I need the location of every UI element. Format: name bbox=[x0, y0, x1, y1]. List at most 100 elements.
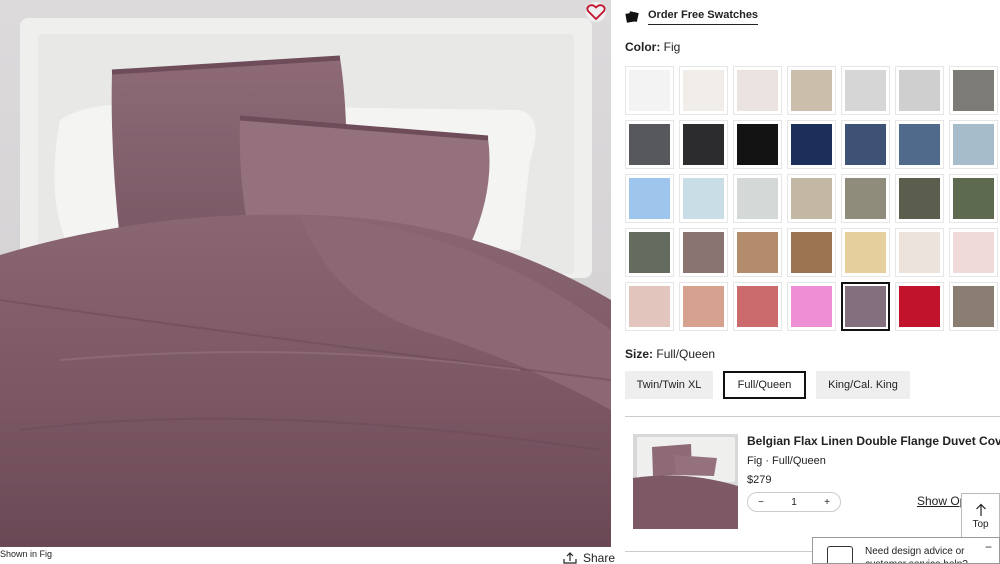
color-swatch-chip bbox=[845, 178, 886, 219]
color-swatch-chip bbox=[791, 232, 832, 273]
product-name: Belgian Flax Linen Double Flange Duvet C… bbox=[747, 434, 1000, 448]
color-swatch-chip bbox=[953, 70, 994, 111]
color-swatch-chip bbox=[629, 286, 670, 327]
quantity-value[interactable]: 1 bbox=[791, 497, 797, 508]
color-swatch[interactable] bbox=[949, 228, 998, 277]
color-swatch-chip bbox=[683, 70, 724, 111]
color-swatch[interactable] bbox=[625, 120, 674, 169]
quantity-decrease-button[interactable]: − bbox=[758, 497, 764, 508]
color-swatch[interactable] bbox=[679, 66, 728, 115]
color-swatch-chip bbox=[683, 124, 724, 165]
color-swatch[interactable] bbox=[733, 282, 782, 331]
image-caption: Shown in Fig bbox=[0, 549, 53, 559]
color-swatch[interactable] bbox=[733, 228, 782, 277]
favorite-heart-icon[interactable] bbox=[585, 2, 607, 22]
color-swatch[interactable] bbox=[625, 174, 674, 223]
color-swatch[interactable] bbox=[679, 228, 728, 277]
order-free-swatches-label: Order Free Swatches bbox=[648, 9, 759, 25]
color-swatch-chip bbox=[737, 70, 778, 111]
color-swatch-chip bbox=[737, 124, 778, 165]
color-swatch[interactable] bbox=[787, 66, 836, 115]
color-swatch-chip bbox=[845, 286, 886, 327]
color-swatch[interactable] bbox=[625, 228, 674, 277]
color-swatch-chip bbox=[683, 232, 724, 273]
product-variant: Fig · Full/Queen bbox=[747, 455, 826, 467]
color-swatch-chip bbox=[791, 178, 832, 219]
color-swatch-grid bbox=[625, 66, 1000, 331]
share-label: Share bbox=[583, 551, 616, 564]
color-swatch-chip bbox=[683, 178, 724, 219]
color-swatch[interactable] bbox=[733, 174, 782, 223]
color-label-row: Color: Fig bbox=[625, 40, 680, 54]
color-swatch[interactable] bbox=[679, 120, 728, 169]
color-swatch[interactable] bbox=[895, 174, 944, 223]
color-swatch[interactable] bbox=[679, 282, 728, 331]
size-option-king[interactable]: King/Cal. King bbox=[816, 371, 910, 399]
color-swatch-chip bbox=[629, 232, 670, 273]
share-button[interactable]: Share bbox=[563, 551, 615, 564]
color-swatch-chip bbox=[899, 178, 940, 219]
color-swatch-chip bbox=[845, 232, 886, 273]
color-swatch[interactable] bbox=[787, 174, 836, 223]
color-swatch[interactable] bbox=[787, 228, 836, 277]
color-swatch-chip bbox=[899, 70, 940, 111]
color-swatch[interactable] bbox=[787, 282, 836, 331]
color-swatch-chip bbox=[899, 232, 940, 273]
color-swatch[interactable] bbox=[841, 120, 890, 169]
color-swatch[interactable] bbox=[733, 66, 782, 115]
color-swatch[interactable] bbox=[679, 174, 728, 223]
color-swatch[interactable] bbox=[841, 282, 890, 331]
back-to-top-button[interactable]: Top bbox=[961, 493, 1000, 539]
color-swatch-chip bbox=[953, 286, 994, 327]
color-swatch[interactable] bbox=[787, 120, 836, 169]
quantity-stepper: − 1 + bbox=[747, 492, 841, 512]
size-label: Size: bbox=[625, 347, 654, 361]
product-thumbnail bbox=[633, 434, 738, 529]
color-swatch[interactable] bbox=[949, 282, 998, 331]
color-swatch[interactable] bbox=[841, 66, 890, 115]
color-swatch[interactable] bbox=[841, 228, 890, 277]
size-label-row: Size: Full/Queen bbox=[625, 347, 715, 361]
help-chat-text: Need design advice or customer service h… bbox=[865, 546, 968, 563]
color-swatch-chip bbox=[737, 178, 778, 219]
color-swatch-chip bbox=[629, 178, 670, 219]
show-options-link[interactable]: Show Op bbox=[917, 494, 966, 508]
color-swatch[interactable] bbox=[895, 282, 944, 331]
selected-size-value: Full/Queen bbox=[656, 347, 716, 361]
color-swatch-chip bbox=[791, 124, 832, 165]
color-swatch-chip bbox=[791, 286, 832, 327]
order-free-swatches-link[interactable]: Order Free Swatches bbox=[625, 9, 759, 25]
color-swatch[interactable] bbox=[625, 66, 674, 115]
color-swatch-chip bbox=[791, 70, 832, 111]
color-swatch-chip bbox=[899, 286, 940, 327]
color-label: Color: bbox=[625, 40, 661, 54]
color-swatch[interactable] bbox=[733, 120, 782, 169]
color-swatch[interactable] bbox=[625, 282, 674, 331]
size-option-full-queen[interactable]: Full/Queen bbox=[723, 371, 806, 399]
size-option-twin[interactable]: Twin/Twin XL bbox=[625, 371, 713, 399]
selected-color-value: Fig bbox=[663, 40, 681, 54]
back-to-top-label: Top bbox=[972, 518, 989, 530]
arrow-up-icon bbox=[975, 503, 986, 516]
color-swatch[interactable] bbox=[949, 120, 998, 169]
color-swatch-chip bbox=[683, 286, 724, 327]
quantity-increase-button[interactable]: + bbox=[824, 497, 830, 508]
color-swatch[interactable] bbox=[895, 66, 944, 115]
share-icon bbox=[563, 552, 577, 564]
color-swatch[interactable] bbox=[895, 228, 944, 277]
color-swatch-chip bbox=[953, 124, 994, 165]
color-swatch[interactable] bbox=[895, 120, 944, 169]
color-swatch-chip bbox=[629, 70, 670, 111]
color-swatch-chip bbox=[737, 286, 778, 327]
color-swatch[interactable] bbox=[949, 66, 998, 115]
color-swatch[interactable] bbox=[949, 174, 998, 223]
color-swatch-chip bbox=[737, 232, 778, 273]
color-swatch-chip bbox=[845, 70, 886, 111]
bed-photo bbox=[0, 0, 611, 547]
color-swatch[interactable] bbox=[841, 174, 890, 223]
help-minimize-button[interactable]: − bbox=[985, 540, 992, 554]
color-swatch-chip bbox=[845, 124, 886, 165]
help-chat-widget[interactable]: Need design advice or customer service h… bbox=[812, 537, 1000, 564]
size-options: Twin/Twin XL Full/Queen King/Cal. King bbox=[625, 371, 910, 399]
product-hero-image bbox=[0, 0, 611, 547]
